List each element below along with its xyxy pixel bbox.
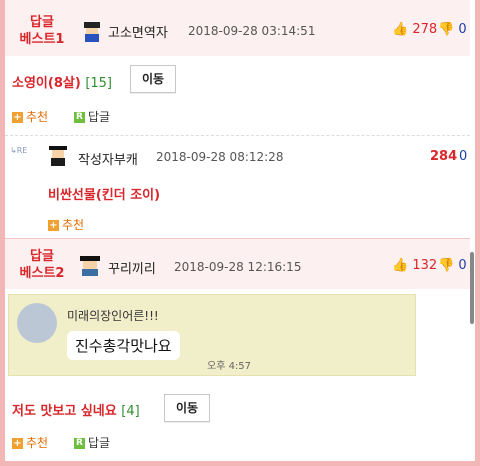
post-datetime: 2018-09-28 03:14:51 bbox=[188, 24, 316, 38]
upvote-count[interactable]: 284 bbox=[430, 149, 457, 164]
reply-icon: R bbox=[74, 438, 85, 449]
author-nickname[interactable]: 고소면역자 bbox=[108, 22, 168, 41]
badge-line1: 답글 bbox=[30, 15, 54, 30]
plus-icon: + bbox=[12, 112, 23, 123]
image-message: 진수총각맛나요 bbox=[67, 331, 180, 360]
comment-list bbox=[0, 0, 480, 466]
best-badge: 답글 베스트1 bbox=[12, 14, 72, 48]
author-nickname[interactable]: 작성자부캐 bbox=[78, 149, 138, 168]
recommend-button[interactable]: + 추천 bbox=[48, 216, 84, 233]
best-badge: 답글 베스트2 bbox=[12, 248, 72, 282]
reply-label: 답글 bbox=[88, 436, 111, 450]
divider bbox=[5, 135, 470, 136]
reply-arrow-icon: ↳ bbox=[10, 146, 17, 155]
reply-label: 답글 bbox=[88, 110, 111, 124]
reply-count: [4] bbox=[121, 404, 140, 419]
upvote-count: 278 bbox=[412, 22, 438, 37]
move-button[interactable]: 이동 bbox=[130, 65, 176, 93]
thumbs-up-icon: 👍 bbox=[392, 22, 409, 37]
move-button[interactable]: 이동 bbox=[164, 394, 210, 422]
recommend-label: 추천 bbox=[26, 436, 49, 450]
upvote-count: 132 bbox=[412, 258, 438, 273]
comment-title-text: 소영이(8살) bbox=[12, 76, 81, 91]
upvote-button[interactable]: 👍 278 bbox=[392, 22, 437, 37]
badge-line2: 베스트1 bbox=[19, 32, 65, 47]
author-nickname[interactable]: 꾸리끼리 bbox=[108, 258, 156, 277]
recommend-button[interactable]: + 추천 bbox=[12, 108, 48, 125]
badge-line2: 베스트2 bbox=[19, 266, 65, 281]
scrollbar[interactable] bbox=[470, 252, 474, 324]
thumbs-down-icon: 👎 bbox=[438, 22, 455, 37]
downvote-count: 0 bbox=[458, 22, 467, 37]
image-sender-name: 미래의장인어른!!! bbox=[67, 309, 159, 323]
downvote-count: 0 bbox=[458, 258, 467, 273]
reply-indicator: ↳RE bbox=[10, 146, 27, 155]
user-avatar-icon[interactable] bbox=[46, 144, 70, 168]
comment-title[interactable]: 저도 맛보고 싶네요 [4] bbox=[12, 400, 140, 419]
recommend-button[interactable]: + 추천 bbox=[12, 434, 48, 451]
attached-image[interactable]: 미래의장인어른!!! 진수총각맛나요 오후 4:57 bbox=[8, 294, 416, 376]
plus-icon: + bbox=[12, 438, 23, 449]
downvote-button[interactable]: 👎 0 bbox=[438, 22, 467, 37]
badge-line1: 답글 bbox=[30, 249, 54, 264]
upvote-button[interactable]: 👍 132 bbox=[392, 258, 437, 273]
downvote-count[interactable]: 0 bbox=[459, 149, 467, 164]
recommend-label: 추천 bbox=[62, 218, 85, 232]
thumbs-up-icon: 👍 bbox=[392, 258, 409, 273]
comment-title[interactable]: 비싼선물(킨더 조이) bbox=[48, 184, 160, 203]
thumbs-down-icon: 👎 bbox=[438, 258, 455, 273]
comment-title[interactable]: 소영이(8살) [15] bbox=[12, 72, 112, 91]
plus-icon: + bbox=[48, 220, 59, 231]
profile-avatar-icon bbox=[17, 303, 57, 343]
post-datetime: 2018-09-28 12:16:15 bbox=[174, 260, 302, 274]
reply-icon: R bbox=[74, 112, 85, 123]
recommend-label: 추천 bbox=[26, 110, 49, 124]
comment-title-text: 저도 맛보고 싶네요 bbox=[12, 404, 117, 419]
downvote-button[interactable]: 👎 0 bbox=[438, 258, 467, 273]
reply-count: [15] bbox=[85, 76, 112, 91]
reply-button[interactable]: R 답글 bbox=[74, 108, 110, 125]
re-label: RE bbox=[16, 146, 28, 155]
reply-button[interactable]: R 답글 bbox=[74, 434, 110, 451]
user-avatar-icon[interactable] bbox=[80, 20, 104, 44]
post-datetime: 2018-09-28 08:12:28 bbox=[156, 150, 284, 164]
image-time: 오후 4:57 bbox=[207, 361, 252, 372]
user-avatar-icon[interactable] bbox=[78, 254, 102, 278]
